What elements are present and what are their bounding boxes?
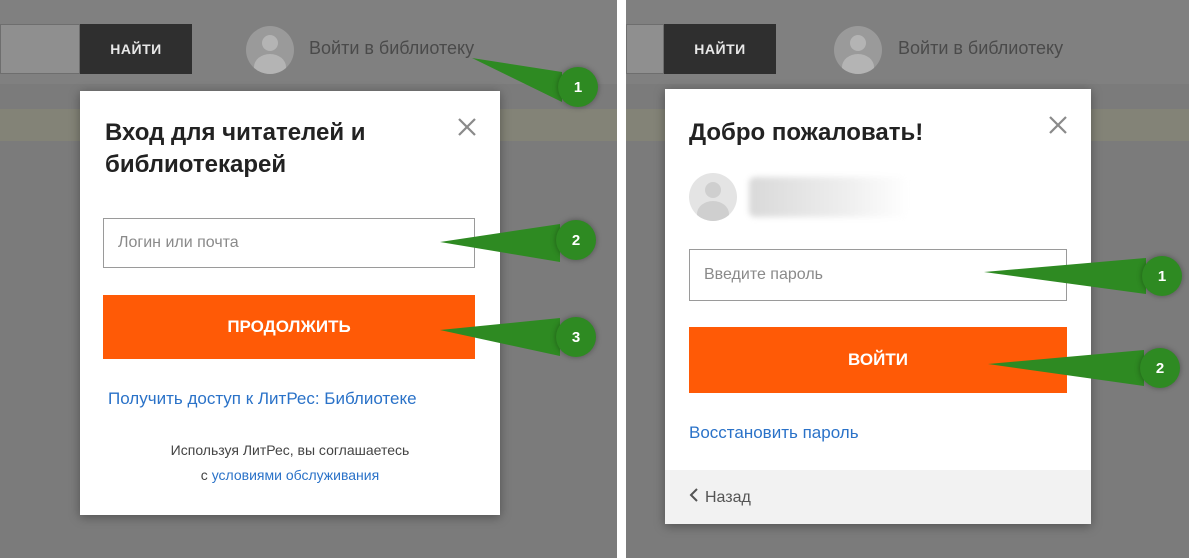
modal-title: Вход для читателей и библиотекарей — [105, 119, 366, 178]
avatar-icon[interactable] — [834, 26, 882, 74]
login-button[interactable]: ВОЙТИ — [689, 327, 1067, 393]
user-avatar — [689, 173, 737, 221]
back-label: Назад — [705, 488, 751, 506]
modal-title: Добро пожаловать! — [689, 119, 924, 146]
callout-badge: 2 — [556, 220, 596, 260]
login-library-link[interactable]: Войти в библиотеку — [309, 38, 474, 59]
blurred-username — [749, 177, 909, 217]
modal-footer: Назад — [665, 470, 1091, 524]
terms-notice: Используя ЛитРес, вы соглашаетесь с усло… — [170, 442, 410, 483]
search-button[interactable]: НАЙТИ — [80, 24, 192, 74]
search-button[interactable]: НАЙТИ — [664, 24, 776, 74]
continue-button[interactable]: ПРОДОЛЖИТЬ — [103, 295, 475, 359]
close-icon[interactable] — [1047, 114, 1069, 136]
search-input[interactable] — [0, 24, 80, 74]
login-email-field[interactable]: Логин или почта — [103, 218, 475, 268]
back-button[interactable]: Назад — [689, 488, 751, 507]
callout-badge: 1 — [558, 67, 598, 107]
search-input[interactable] — [626, 24, 664, 74]
get-access-link[interactable]: Получить доступ к ЛитРес: Библиотеке — [108, 389, 417, 409]
callout-badge: 1 — [1142, 256, 1182, 296]
avatar-icon[interactable] — [246, 26, 294, 74]
welcome-modal: Добро пожаловать! Введите пароль ВОЙТИ В… — [665, 89, 1091, 524]
terms-link[interactable]: условиями обслуживания — [212, 467, 380, 483]
callout-badge: 3 — [556, 317, 596, 357]
close-icon[interactable] — [456, 116, 478, 138]
left-screen: НАЙТИ Войти в библиотеку Вход для читате… — [0, 0, 617, 558]
chevron-left-icon — [689, 488, 699, 507]
login-library-link[interactable]: Войти в библиотеку — [898, 38, 1063, 59]
callout-badge: 2 — [1140, 348, 1180, 388]
restore-password-link[interactable]: Восстановить пароль — [689, 423, 859, 443]
login-modal: Вход для читателей и библиотекарей Логин… — [80, 91, 500, 515]
password-field[interactable]: Введите пароль — [689, 249, 1067, 301]
right-screen: НАЙТИ Войти в библиотеку Добро пожаловат… — [626, 0, 1189, 558]
